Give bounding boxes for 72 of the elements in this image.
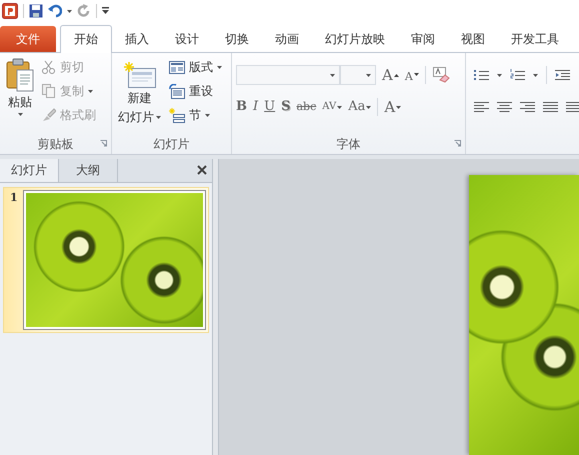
scissors-icon xyxy=(42,60,56,74)
ribbon-tab[interactable]: 切换 xyxy=(212,26,262,52)
ribbon-tab[interactable]: 开始 xyxy=(60,25,112,53)
new-slide-icon xyxy=(124,62,156,88)
shadow-button[interactable]: S xyxy=(281,99,290,115)
caret-icon xyxy=(533,74,538,76)
grow-font-button[interactable]: A xyxy=(382,67,399,83)
caret-icon xyxy=(18,113,22,116)
underline-button[interactable]: U xyxy=(264,99,276,115)
ribbon-tab[interactable]: 动画 xyxy=(262,26,312,52)
caret-icon xyxy=(156,116,161,119)
ribbon-tab[interactable]: 开发工具 xyxy=(498,26,572,52)
font-color-button[interactable]: A xyxy=(384,99,402,115)
paste-button[interactable]: 粘贴 xyxy=(4,56,36,134)
panel-tab[interactable]: 幻灯片 xyxy=(0,159,59,182)
undo-icon[interactable] xyxy=(48,4,62,18)
customize-menu-icon[interactable] xyxy=(102,7,109,15)
group-label: 剪贴板 xyxy=(38,136,74,152)
ribbon-tab[interactable]: 视图 xyxy=(448,26,498,52)
clipboard-icon xyxy=(6,58,34,92)
save-icon[interactable] xyxy=(29,4,43,18)
reset-icon xyxy=(169,84,185,98)
dialog-launcher-icon[interactable] xyxy=(100,140,107,147)
ribbon-tab[interactable]: 设计 xyxy=(162,26,212,52)
caret-icon xyxy=(88,90,93,92)
slide-number: 1 xyxy=(10,191,18,206)
ribbon-command[interactable]: 节 xyxy=(169,104,222,126)
numbered-list-icon[interactable] xyxy=(510,68,525,82)
app-logo-icon[interactable] xyxy=(2,3,18,19)
clear-formatting-icon[interactable] xyxy=(432,67,450,83)
group-label: 字体 xyxy=(336,136,360,152)
caret-icon xyxy=(337,106,342,109)
section-icon xyxy=(169,108,185,122)
align-left-icon[interactable] xyxy=(474,100,489,114)
bullet-list-icon[interactable] xyxy=(474,68,489,82)
group-label: 幻灯片 xyxy=(154,136,190,152)
strikethrough-button[interactable]: abc xyxy=(296,99,316,115)
change-case-button[interactable]: Aa xyxy=(348,99,372,115)
slide-thumbnail-item[interactable]: 1 xyxy=(3,187,209,333)
up-arrow-icon xyxy=(394,74,399,77)
align-right-icon[interactable] xyxy=(520,100,535,114)
caret-icon xyxy=(330,74,335,76)
dialog-launcher-icon[interactable] xyxy=(454,140,461,147)
brush-icon xyxy=(42,108,56,122)
down-arrow-icon xyxy=(414,72,419,76)
close-icon[interactable] xyxy=(197,165,207,175)
ribbon-tab[interactable]: 幻灯片放映 xyxy=(312,26,398,52)
caret-icon xyxy=(217,66,222,68)
caret-icon xyxy=(366,106,372,109)
redo-icon xyxy=(77,4,91,18)
file-tab[interactable]: 文件 xyxy=(0,26,56,52)
font-size-field[interactable] xyxy=(340,65,376,85)
panel-tab[interactable]: 大纲 xyxy=(59,159,118,182)
align-center-icon[interactable] xyxy=(497,100,512,114)
ribbon-command[interactable]: 版式 xyxy=(169,56,222,78)
ribbon-tab[interactable]: 审阅 xyxy=(398,26,448,52)
italic-button[interactable]: I xyxy=(253,99,258,115)
ribbon-command[interactable]: 重设 xyxy=(169,80,222,102)
character-spacing-button[interactable]: AV xyxy=(322,99,342,115)
font-name-field[interactable] xyxy=(236,65,340,85)
caret-icon xyxy=(205,114,210,116)
ribbon-tab[interactable]: 插入 xyxy=(112,26,162,52)
justify-icon[interactable] xyxy=(543,100,558,114)
caret-icon xyxy=(366,74,371,76)
shrink-font-button[interactable]: A xyxy=(404,66,419,84)
bold-button[interactable]: B xyxy=(236,99,247,115)
caret-icon xyxy=(67,10,72,12)
copy-icon xyxy=(42,84,56,98)
new-slide-button[interactable]: 新建 幻灯片 xyxy=(116,56,163,134)
layout-icon xyxy=(169,60,185,74)
caret-icon xyxy=(396,106,402,109)
caret-icon xyxy=(497,74,502,76)
